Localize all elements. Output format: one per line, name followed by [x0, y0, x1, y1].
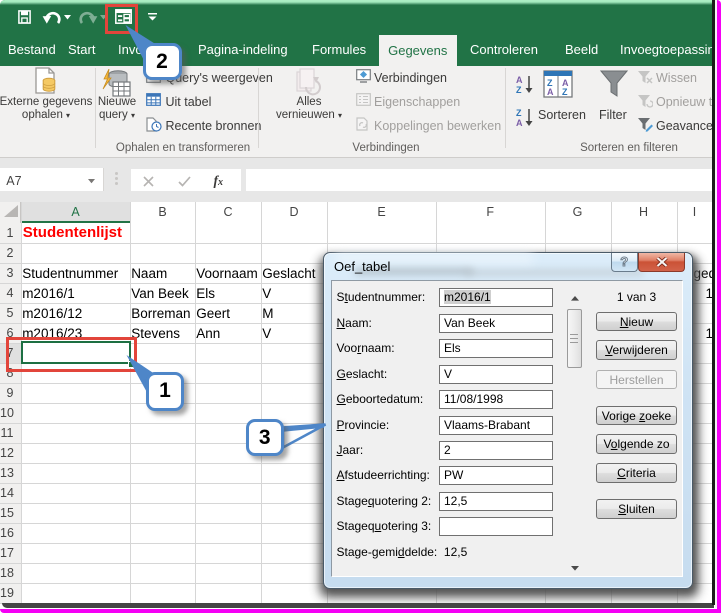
- svg-text:Z: Z: [516, 108, 522, 118]
- svg-text:Z: Z: [516, 85, 522, 94]
- svg-text:A: A: [516, 75, 523, 85]
- svg-text:A: A: [547, 87, 554, 97]
- svg-text:Z: Z: [562, 87, 568, 97]
- svg-text:A: A: [516, 118, 523, 127]
